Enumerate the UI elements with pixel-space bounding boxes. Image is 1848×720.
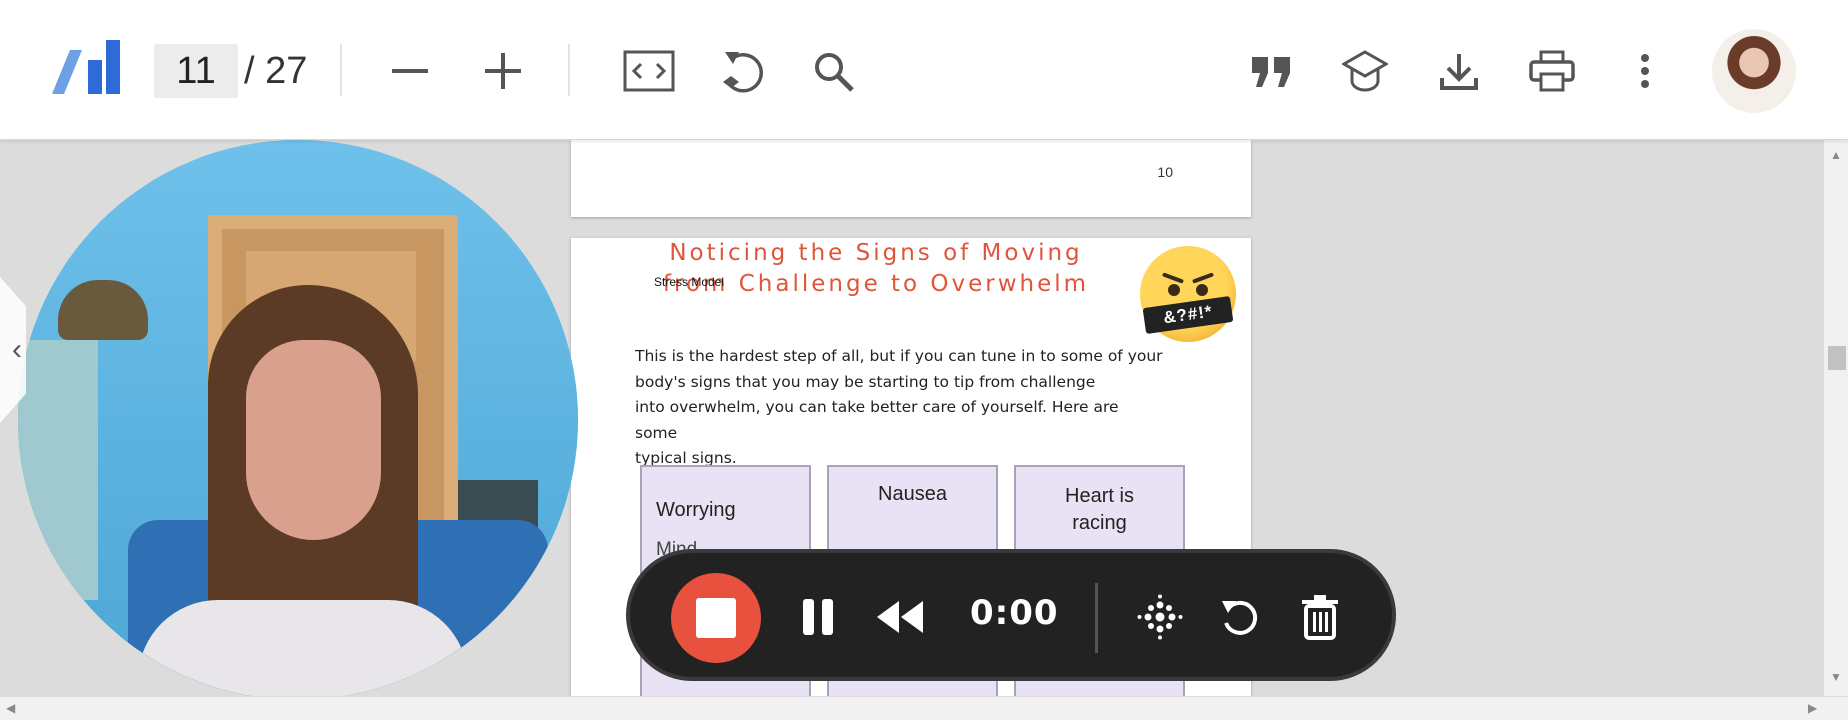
effects-button[interactable] [1130, 587, 1190, 647]
download-icon[interactable] [1434, 46, 1484, 96]
body-paragraph: This is the hardest step of all, but if … [635, 344, 1165, 472]
rotate-icon[interactable] [712, 42, 774, 100]
scroll-left-icon[interactable]: ◀ [6, 701, 15, 715]
quote-icon[interactable] [1248, 48, 1296, 96]
page-number-input[interactable]: 11 [154, 44, 238, 98]
user-avatar[interactable] [1712, 29, 1796, 113]
vertical-scrollbar[interactable]: ▲ ▼ [1824, 140, 1848, 696]
search-icon[interactable] [806, 44, 862, 100]
scroll-thumb[interactable] [1828, 346, 1846, 370]
sign-card-label: Worrying [656, 499, 736, 521]
emoji-censored-text: &?#!* [1142, 296, 1234, 334]
app-logo[interactable] [52, 36, 124, 98]
recording-toolbar: 0:00 [626, 549, 1396, 681]
paragraph-line: into overwhelm, you can take better care… [635, 398, 1119, 442]
zoom-in-icon[interactable] [475, 46, 531, 96]
print-icon[interactable] [1526, 46, 1578, 96]
recorder-divider [1095, 583, 1098, 653]
recording-timer: 0:00 [970, 593, 1059, 633]
pause-button[interactable] [788, 587, 848, 647]
chevron-left-icon[interactable]: ‹ [12, 333, 22, 367]
toolbar: 11 / 27 [0, 0, 1848, 140]
horizontal-scrollbar[interactable]: ◀ ▶ [0, 696, 1848, 720]
side-label: Stress Model [654, 275, 725, 289]
scroll-down-icon[interactable]: ▼ [1830, 670, 1842, 684]
stop-record-button[interactable] [671, 573, 761, 663]
rewind-button[interactable] [870, 587, 930, 647]
document-page-previous: 10 [571, 140, 1251, 217]
page-number-label: 10 [1157, 164, 1173, 180]
scroll-up-icon[interactable]: ▲ [1830, 148, 1842, 162]
webcam-preview[interactable] [18, 140, 578, 700]
sign-card-label: Heart is racing [1065, 485, 1134, 534]
scroll-right-icon[interactable]: ▶ [1808, 701, 1817, 715]
more-vert-icon[interactable] [1630, 46, 1660, 96]
stop-icon [696, 598, 736, 638]
fit-width-icon[interactable] [618, 44, 680, 98]
page-total: / 27 [244, 50, 308, 92]
restart-button[interactable] [1210, 587, 1270, 647]
graduation-cap-icon[interactable] [1340, 46, 1390, 96]
toolbar-divider [340, 44, 342, 96]
paragraph-line: This is the hardest step of all, but if … [635, 347, 1163, 365]
page-title-line: Noticing the Signs of Moving [669, 240, 1083, 266]
angry-emoji-icon: &?#!* [1140, 246, 1236, 342]
zoom-out-icon[interactable] [382, 46, 438, 96]
page-title: Noticing the Signs of Moving from Challe… [651, 238, 1101, 300]
toolbar-divider [568, 44, 570, 96]
paragraph-line: body's signs that you may be starting to… [635, 372, 1096, 391]
delete-button[interactable] [1290, 587, 1350, 647]
sign-card-label: Nausea [878, 483, 947, 505]
